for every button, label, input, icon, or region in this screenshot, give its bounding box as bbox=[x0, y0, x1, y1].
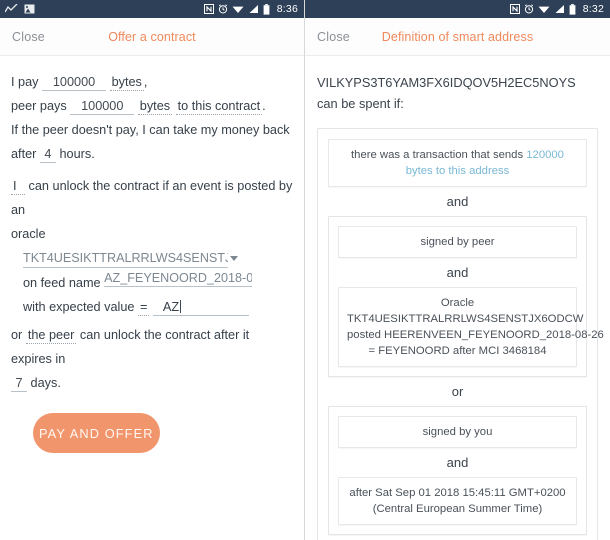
expected-value-input[interactable]: AZ bbox=[152, 299, 249, 316]
condition-group-root: there was a transaction that sends 12000… bbox=[317, 128, 604, 540]
nfc-icon bbox=[509, 4, 520, 14]
after-label: after bbox=[11, 147, 37, 161]
peer-asset-select[interactable]: bytes bbox=[137, 99, 173, 115]
nfc-icon bbox=[203, 4, 214, 14]
expiry-party-select[interactable]: the peer bbox=[25, 328, 77, 344]
form-line-oracle-address: TKT4UESIKTTRALRRLWS4SENSTJX6ODCW bbox=[11, 246, 293, 270]
comparison-operator-select[interactable]: = bbox=[137, 300, 150, 316]
feed-name-label: on feed name bbox=[23, 276, 101, 290]
peer-amount-input[interactable]: 100000 bbox=[70, 99, 135, 115]
status-bar-left: 8:36 bbox=[0, 0, 304, 18]
definition-heading: VILKYPS3T6YAM3FX6IDQOV5H2EC5NOYS can be … bbox=[317, 72, 598, 114]
refund-hours-input[interactable]: 4 bbox=[39, 147, 56, 163]
wifi-icon bbox=[538, 4, 550, 14]
smart-address-suffix: can be spent if: bbox=[317, 96, 404, 111]
timestamp-value: after Sat Sep 01 2018 15:45:11 GMT+0200 bbox=[349, 487, 566, 499]
definition-tree: VILKYPS3T6YAM3FX6IDQOV5H2EC5NOYS can be … bbox=[305, 56, 610, 540]
oracle-feed-posted: posted HEERENVEEN_FEYENOORD_2018-08-26 bbox=[347, 329, 604, 341]
text-cursor bbox=[180, 300, 182, 313]
status-bar-clock: 8:32 bbox=[582, 3, 604, 15]
offer-contract-form: I pay 100000 bytes, peer pays 100000 byt… bbox=[0, 56, 304, 453]
alarm-icon bbox=[524, 4, 534, 14]
close-button-right[interactable]: Close bbox=[305, 30, 350, 44]
image-icon bbox=[24, 4, 35, 14]
battery-icon bbox=[569, 3, 576, 15]
signal-icon bbox=[554, 4, 565, 14]
my-amount-input[interactable]: 100000 bbox=[42, 75, 107, 91]
oracle-title: Oracle bbox=[440, 297, 475, 309]
conjunction-and-2: and bbox=[446, 265, 469, 280]
right-screen-smart-address-definition: 8:32 Close Definition of smart address V… bbox=[305, 0, 610, 540]
wifi-icon bbox=[232, 4, 244, 14]
condition-transaction-sends: there was a transaction that sends 12000… bbox=[328, 139, 587, 187]
period-1: . bbox=[262, 99, 266, 113]
expiry-days-input[interactable]: 7 bbox=[11, 376, 27, 392]
smart-address-value: VILKYPS3T6YAM3FX6IDQOV5H2EC5NOYS bbox=[317, 75, 576, 90]
or-label: or bbox=[11, 328, 23, 342]
oracle-address-select[interactable]: TKT4UESIKTTRALRRLWS4SENSTJX6ODCW bbox=[23, 250, 228, 268]
status-bar-clock: 8:36 bbox=[276, 3, 298, 15]
days-label: days. bbox=[30, 376, 61, 390]
form-line-oracle-label: oracle bbox=[11, 227, 46, 241]
alarm-icon bbox=[218, 4, 228, 14]
battery-icon bbox=[263, 3, 270, 15]
left-app-bar: Close Offer a contract bbox=[0, 18, 304, 56]
form-line-expected-value: with expected value = AZ bbox=[11, 295, 293, 319]
conjunction-or-1: or bbox=[451, 384, 464, 399]
status-bar-right: 8:32 bbox=[305, 0, 610, 18]
condition-after-timestamp: after Sat Sep 01 2018 15:45:11 GMT+0200 … bbox=[338, 477, 577, 525]
left-screen-offer-contract: 8:36 Close Offer a contract I pay 100000… bbox=[0, 0, 305, 540]
oracle-address-value: TKT4UESIKTTRALRRLWS4SENSTJX6ODCW bbox=[347, 313, 584, 325]
status-bar-right-icons-left-pane: 8:36 bbox=[203, 3, 298, 15]
status-bar-right-icons-right-pane: 8:32 bbox=[509, 3, 604, 15]
form-line-i-pay: I pay 100000 bytes, bbox=[11, 70, 293, 94]
chevron-down-icon[interactable] bbox=[230, 256, 238, 262]
right-app-bar: Close Definition of smart address bbox=[305, 18, 610, 56]
form-line-after-hours: after 4 hours. bbox=[11, 142, 293, 166]
expected-value-label: with expected value bbox=[23, 300, 135, 314]
form-line-peer-pays: peer pays 100000 bytes to this contract. bbox=[11, 94, 293, 118]
condition-group-peer: signed by peer and Oracle TKT4UESIKTTRAL… bbox=[328, 216, 604, 377]
pay-and-offer-button[interactable]: PAY AND OFFER bbox=[33, 413, 160, 453]
activity-chart-icon bbox=[5, 4, 18, 14]
my-asset-select[interactable]: bytes bbox=[109, 75, 144, 91]
status-bar-left-icons bbox=[5, 4, 35, 14]
left-page-title: Offer a contract bbox=[108, 29, 196, 44]
peer-pays-label: peer pays bbox=[11, 99, 67, 113]
form-line-expiry: or the peer can unlock the contract afte… bbox=[11, 323, 293, 371]
form-line-expiry-days: 7 days. bbox=[11, 371, 293, 395]
condition-oracle-posted: Oracle TKT4UESIKTTRALRRLWS4SENSTJX6ODCW … bbox=[338, 287, 604, 367]
hours-label: hours. bbox=[59, 147, 95, 161]
comma-1: , bbox=[143, 75, 148, 89]
app-root: 8:36 Close Offer a contract I pay 100000… bbox=[0, 0, 610, 540]
right-page-title: Definition of smart address bbox=[381, 29, 534, 44]
conjunction-and-1: and bbox=[446, 194, 469, 209]
conjunction-and-3: and bbox=[446, 455, 469, 470]
signal-icon bbox=[248, 4, 259, 14]
condition-transaction-prefix: there was a transaction that sends bbox=[351, 149, 527, 161]
form-line-feed-name: on feed name AZ_FEYENOORD_2018-08-26 bbox=[11, 270, 293, 295]
oracle-expected-result: = FEYENOORD after MCI 3468184 bbox=[368, 345, 547, 357]
form-line-unlock-party: I can unlock the contract if an event is… bbox=[11, 174, 293, 222]
condition-group-you: signed by you and after Sat Sep 01 2018 … bbox=[328, 406, 587, 535]
unlock-condition-label: can unlock the contract if an event is p… bbox=[11, 179, 293, 217]
feed-name-input[interactable]: AZ_FEYENOORD_2018-08-26 bbox=[104, 270, 253, 287]
expected-value-text: AZ bbox=[162, 300, 180, 314]
close-button-left[interactable]: Close bbox=[0, 30, 45, 44]
form-line-refund-note: If the peer doesn't pay, I can take my m… bbox=[11, 123, 290, 137]
timezone-label: (Central European Summer Time) bbox=[372, 503, 543, 515]
condition-signed-by-peer: signed by peer bbox=[338, 226, 577, 258]
unlock-party-select[interactable]: I bbox=[11, 179, 25, 195]
i-pay-label: I pay bbox=[11, 75, 39, 89]
contract-target-select[interactable]: to this contract bbox=[175, 99, 263, 115]
condition-signed-by-you: signed by you bbox=[338, 416, 577, 448]
